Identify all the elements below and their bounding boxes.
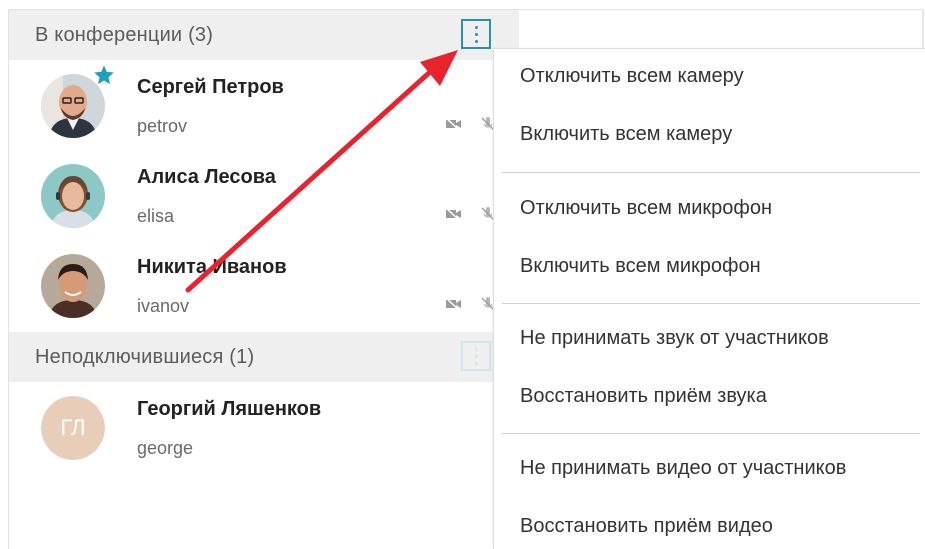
- star-icon: [94, 65, 114, 85]
- camera-off-icon[interactable]: [445, 206, 463, 222]
- divider: [518, 9, 924, 10]
- menu-item-enable-all-mics[interactable]: Включить всем микрофон: [520, 255, 761, 278]
- camera-off-icon[interactable]: [445, 116, 463, 132]
- participant-name: Никита Иванов: [137, 256, 287, 278]
- group-title: В конференции (3): [35, 23, 214, 46]
- menu-item-enable-all-cameras[interactable]: Включить всем камеру: [520, 123, 732, 146]
- menu-item-disable-all-mics[interactable]: Отключить всем микрофон: [520, 197, 772, 220]
- group-header-not-connected: Неподключившиеся (1): [9, 332, 519, 382]
- more-vertical-icon[interactable]: [461, 19, 491, 49]
- menu-separator: [502, 433, 920, 434]
- participant-login: george: [137, 438, 194, 458]
- participant-row[interactable]: Никита Иванов ivanov: [9, 240, 519, 330]
- camera-off-icon[interactable]: [445, 296, 463, 312]
- group-header-in-conference: В конференции (3): [9, 10, 519, 60]
- menu-item-mute-video-from-participants[interactable]: Не принимать видео от участников: [520, 457, 846, 480]
- menu-separator: [502, 172, 920, 173]
- participant-login: ivanov: [137, 296, 190, 316]
- avatar: [41, 254, 105, 318]
- menu-item-restore-audio[interactable]: Восстановить приём звука: [520, 385, 767, 408]
- participants-panel: В конференции (3) Сергей Петров petrov А…: [8, 9, 519, 549]
- participant-name: Георгий Ляшенков: [137, 398, 322, 420]
- avatar: ГЛ: [41, 396, 105, 460]
- group-title: Неподключившиеся (1): [35, 345, 255, 368]
- avatar-initials: ГЛ: [41, 396, 105, 460]
- participant-row[interactable]: Алиса Лесова elisa: [9, 150, 519, 240]
- more-vertical-icon[interactable]: [461, 341, 491, 371]
- menu-item-restore-video[interactable]: Восстановить приём видео: [520, 515, 773, 538]
- participant-login: elisa: [137, 206, 175, 226]
- participants-context-menu: Отключить всем камеру Включить всем каме…: [493, 48, 925, 549]
- menu-item-mute-audio-from-participants[interactable]: Не принимать звук от участников: [520, 327, 829, 350]
- participant-login: petrov: [137, 116, 188, 136]
- menu-item-disable-all-cameras[interactable]: Отключить всем камеру: [520, 65, 744, 88]
- avatar: [41, 164, 105, 228]
- participant-name: Сергей Петров: [137, 76, 284, 98]
- participant-name: Алиса Лесова: [137, 166, 276, 188]
- participant-row[interactable]: Сергей Петров petrov: [9, 60, 519, 150]
- menu-separator: [502, 303, 920, 304]
- participant-row[interactable]: ГЛ Георгий Ляшенков george: [9, 382, 519, 472]
